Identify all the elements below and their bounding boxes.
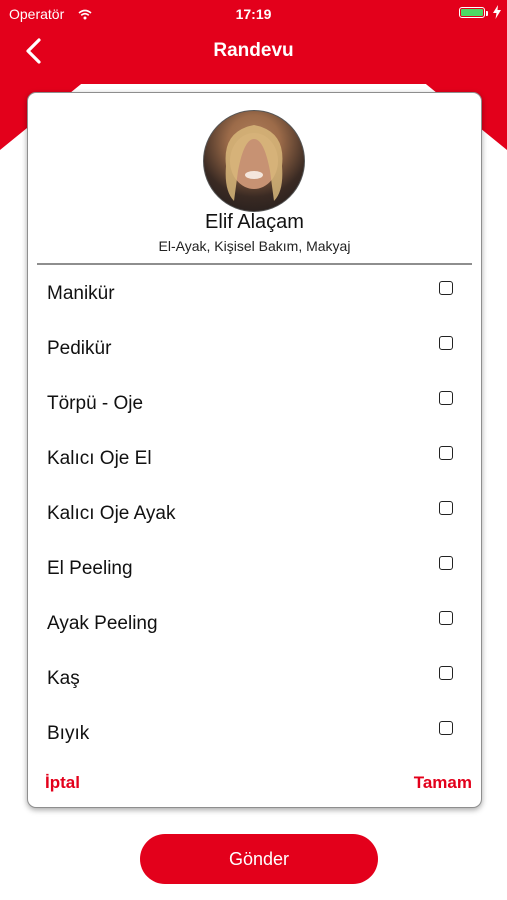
ok-button[interactable]: Tamam — [414, 773, 472, 793]
service-label: Törpü - Oje — [47, 393, 144, 414]
checkbox-unchecked-icon[interactable] — [439, 281, 453, 295]
service-label: Kalıcı Oje Ayak — [47, 503, 176, 524]
clock: 17:19 — [235, 6, 272, 22]
service-item-pedikur[interactable]: Pedikür — [28, 320, 481, 375]
submit-button[interactable]: Gönder — [140, 834, 378, 884]
profile-name: Elif Alaçam — [205, 211, 304, 233]
service-selection-dialog: Elif Alaçam El-Ayak, Kişisel Bakım, Maky… — [27, 92, 482, 808]
avatar — [203, 110, 305, 212]
battery-icon — [459, 7, 485, 18]
lightning-icon — [493, 5, 501, 22]
service-list: Manikür Pedikür Törpü - Oje Kalıcı Oje E… — [28, 265, 481, 760]
service-item-torpu-oje[interactable]: Törpü - Oje — [28, 375, 481, 430]
service-label: Pedikür — [47, 338, 112, 359]
service-item-biyik[interactable]: Bıyık — [28, 705, 481, 760]
battery-tip — [486, 11, 488, 16]
page-title: Randevu — [213, 40, 294, 61]
service-item-ayak-peeling[interactable]: Ayak Peeling — [28, 595, 481, 650]
profile-specialties: El-Ayak, Kişisel Bakım, Makyaj — [158, 238, 351, 254]
checkbox-unchecked-icon[interactable] — [439, 721, 453, 735]
service-item-el-peeling[interactable]: El Peeling — [28, 540, 481, 595]
checkbox-unchecked-icon[interactable] — [439, 391, 453, 405]
checkbox-unchecked-icon[interactable] — [439, 446, 453, 460]
checkbox-unchecked-icon[interactable] — [439, 666, 453, 680]
checkbox-unchecked-icon[interactable] — [439, 611, 453, 625]
service-item-manikur[interactable]: Manikür — [28, 265, 481, 320]
service-label: Kaş — [47, 668, 80, 689]
service-label: Bıyık — [47, 723, 90, 744]
service-label: Manikür — [47, 283, 115, 304]
service-label: El Peeling — [47, 558, 133, 579]
checkbox-unchecked-icon[interactable] — [439, 336, 453, 350]
cancel-button[interactable]: İptal — [45, 773, 80, 793]
service-item-kalici-oje-el[interactable]: Kalıcı Oje El — [28, 430, 481, 485]
status-bar: Operatör 17:19 — [0, 0, 507, 28]
service-item-kas[interactable]: Kaş — [28, 650, 481, 705]
service-item-kalici-oje-ayak[interactable]: Kalıcı Oje Ayak — [28, 485, 481, 540]
service-label: Ayak Peeling — [47, 613, 158, 634]
service-label: Kalıcı Oje El — [47, 448, 152, 469]
checkbox-unchecked-icon[interactable] — [439, 501, 453, 515]
checkbox-unchecked-icon[interactable] — [439, 556, 453, 570]
